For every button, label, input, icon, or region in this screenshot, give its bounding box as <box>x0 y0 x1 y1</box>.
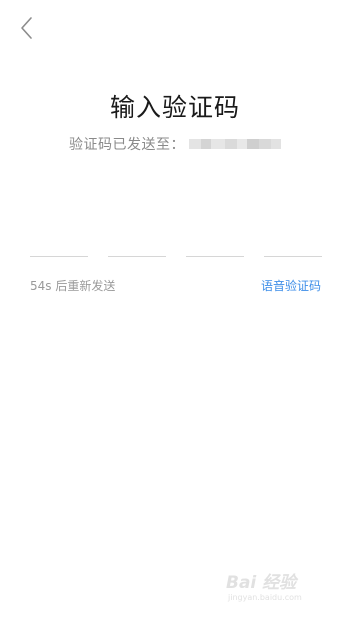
sent-to-label: 验证码已发送至： <box>69 137 185 153</box>
code-digit-2[interactable] <box>108 228 166 257</box>
chevron-left-icon <box>21 17 32 39</box>
masked-phone-number <box>189 135 281 153</box>
voice-code-link[interactable]: 语音验证码 <box>261 277 321 294</box>
sent-to-row: 验证码已发送至： <box>0 134 350 154</box>
page-title: 输入验证码 <box>109 93 240 122</box>
baidu-jingyan-watermark: Bai 经验 jingyan.baidu.com <box>226 568 322 608</box>
verification-code-inputs <box>30 228 322 258</box>
code-digit-3[interactable] <box>186 228 244 257</box>
code-digit-4[interactable] <box>264 228 322 257</box>
resend-countdown: 54s 后重新发送 <box>30 279 116 293</box>
watermark-brand: Bai 经验 <box>226 573 297 593</box>
watermark-url: jingyan.baidu.com <box>228 593 302 602</box>
back-button[interactable] <box>14 14 42 42</box>
code-digit-1[interactable] <box>30 228 88 257</box>
